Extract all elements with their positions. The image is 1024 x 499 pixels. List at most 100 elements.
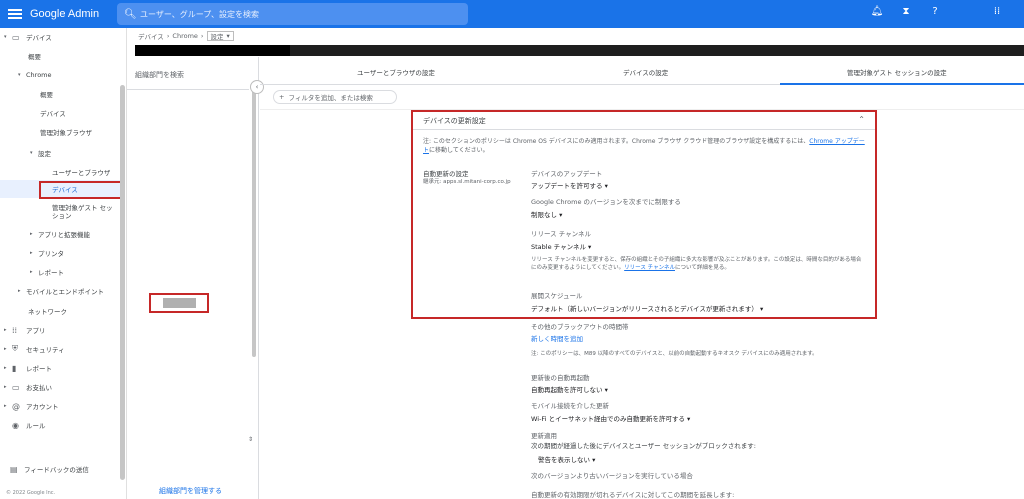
release-channel-label: リリース チャンネル (531, 230, 592, 238)
sidebar-item-apps-extensions[interactable]: ▸ アプリと拡張機能 (30, 225, 90, 243)
devices-icon: ▭ (12, 32, 20, 42)
apps-grid-icon[interactable]: ⁞⁞ (990, 6, 1004, 17)
warning-dropdown[interactable]: 警告を表示しない ▾ (538, 454, 595, 464)
hamburger-menu-icon[interactable] (8, 9, 22, 19)
sidebar-item-printers[interactable]: ▸ プリンタ (30, 244, 64, 262)
breadcrumb-chrome[interactable]: Chrome (172, 32, 198, 40)
auto-reboot-label: 更新後の自動再起動 (531, 374, 590, 382)
auto-reboot-dropdown[interactable]: 自動再起動を許可しない ▾ (531, 384, 608, 394)
sidebar-item-guest-session[interactable]: 管理対象ゲスト セッション (52, 202, 118, 222)
inherited-from: 継承元: apps.sl.mitani-corp.co.jp (423, 179, 511, 185)
sidebar-item-users-browsers[interactable]: ユーザーとブラウザ (52, 163, 110, 181)
chevron-down-icon: ▾ (592, 456, 596, 464)
manage-org-units-link[interactable]: 組織部門を管理する (159, 486, 222, 496)
chevron-down-icon: ▾ (604, 182, 608, 190)
version-limit-label: Google Chrome のバージョンを次までに制限する (531, 198, 681, 206)
redacted-org-name (135, 45, 290, 56)
notifications-bell-icon[interactable]: 🔔︎ (870, 6, 884, 17)
search-bar[interactable]: 🔍︎ (117, 3, 468, 25)
chevron-down-icon: ▾ (759, 305, 764, 313)
ou-panel-scrollbar[interactable] (252, 87, 256, 357)
card-header[interactable]: デバイスの更新設定 ⌃ (413, 112, 875, 130)
chevron-down-icon: ▾ (687, 415, 691, 423)
apps-grid-icon: ⁞⁞ (12, 325, 18, 335)
sidebar-item-overview[interactable]: 概要 (28, 47, 41, 65)
chevron-down-icon: ▾ (604, 386, 608, 394)
ou-search-field[interactable]: 組織部門を検索 (135, 70, 184, 80)
chevron-down-icon: ▾ (226, 32, 230, 40)
breadcrumb: デバイス › Chrome › 設定 ▾ (138, 31, 234, 41)
breadcrumb-devices[interactable]: デバイス (138, 31, 164, 41)
hourglass-icon[interactable]: ⧗ (899, 6, 913, 17)
rollout-schedule-dropdown[interactable]: デフォルト（新しいバージョンがリリースされるとデバイスが更新されます） ▾ (531, 303, 763, 313)
bar-chart-icon: ▮ (12, 363, 17, 373)
filter-bar[interactable]: + フィルタを追加、または検索 (273, 90, 397, 104)
sidebar-item-reports[interactable]: ▸ ▮ レポート (4, 359, 52, 377)
selected-org-unit-redacted[interactable] (149, 293, 209, 313)
sidebar-scrollbar[interactable] (120, 85, 125, 480)
device-update-settings-card: デバイスの更新設定 ⌃ 注: このセクションのポリシーは Chrome OS デ… (411, 110, 877, 319)
breadcrumb-separator: › (200, 32, 204, 40)
left-nav-sidebar: ▾ ▭ デバイス 概要 ▾ Chrome 概要 デバイス 管理対象ブラウザ ▾ 設定 ユ… (0, 28, 127, 499)
breadcrumb-settings-dropdown[interactable]: 設定 ▾ (206, 31, 234, 41)
copyright: © 2022 Google Inc. (6, 490, 56, 496)
device-updates-label: デバイスのアップデート (531, 170, 603, 178)
chevron-up-icon[interactable]: ⌃ (858, 115, 865, 124)
version-limit-dropdown[interactable]: 制限なし ▾ (531, 209, 562, 219)
feedback-icon: ▤ (10, 464, 18, 474)
sidebar-item-rules[interactable]: ◉ ルール (12, 416, 46, 434)
sidebar-item-managed-browsers[interactable]: 管理対象ブラウザ (40, 123, 92, 141)
update-enforce-label: 更新適用 (531, 432, 557, 440)
billing-icon: ▭ (12, 382, 20, 392)
policy-note-2: 注: このポリシーは、M89 以降のすべてのデバイスと、以前の自動起動するキオス… (531, 351, 818, 357)
breadcrumb-separator: › (166, 32, 170, 40)
mobile-updates-label: モバイル接続を介した更新 (531, 402, 609, 410)
mobile-updates-dropdown[interactable]: Wi-Fi とイーサネット経由でのみ自動更新を許可する ▾ (531, 413, 690, 423)
org-unit-panel: 組織部門を検索 (127, 57, 259, 499)
sidebar-item-network[interactable]: ネットワーク (28, 302, 67, 320)
divider (127, 89, 249, 90)
sidebar-item-account[interactable]: ▸ @ アカウント (4, 397, 59, 415)
search-icon[interactable]: 🔍︎ (124, 9, 140, 20)
sidebar-item-chrome-overview[interactable]: 概要 (40, 85, 53, 103)
tab-device-settings[interactable]: デバイスの設定 (623, 67, 668, 77)
card-title: デバイスの更新設定 (423, 117, 486, 125)
resize-arrow-icon: ⇕ (248, 436, 254, 443)
channel-warning-note: リリース チャンネルを変更すると、保存の組織とその子組織に多大な影響が及ぶことが… (531, 257, 862, 271)
release-channel-link[interactable]: リリース チャンネル (624, 265, 675, 271)
sidebar-item-chrome-devices[interactable]: デバイス (40, 104, 66, 122)
top-app-bar: Google Admin 🔍︎ 🔔︎ ⧗ ? ⁞⁞ (0, 0, 1024, 28)
blackout-periods-label: その他のブラックアウトの時間帯 (531, 323, 629, 331)
sidebar-item-mobile-endpoints[interactable]: ▸ モバイルとエンドポイント (18, 282, 104, 300)
active-tab-indicator (780, 83, 1024, 85)
at-icon: @ (12, 401, 20, 411)
policy-note: 注: このセクションのポリシーは Chrome OS デバイスにのみ適用されます… (423, 138, 865, 154)
app-title[interactable]: Google Admin (30, 8, 99, 20)
redacted-header-bar (135, 45, 1024, 56)
sidebar-item-devices[interactable]: ▾ ▭ デバイス (4, 28, 52, 46)
highlight-box-sidebar (39, 181, 122, 199)
release-channel-dropdown[interactable]: Stable チャンネル ▾ (531, 241, 591, 251)
add-icon: + (279, 93, 285, 101)
rules-icon: ◉ (12, 420, 19, 430)
tab-guest-session-settings[interactable]: 管理対象ゲスト セッションの設定 (847, 67, 947, 77)
sidebar-item-billing[interactable]: ▸ ▭ お支払い (4, 378, 52, 396)
extend-period-label: 自動更新の有効期限が切れるデバイスに対してこの期間を延長します: (531, 491, 735, 499)
tab-users-browsers[interactable]: ユーザーとブラウザの設定 (357, 67, 435, 77)
older-version-label: 次のバージョンより古いバージョンを実行している場合 (531, 472, 693, 480)
chevron-down-icon: ▾ (588, 243, 592, 251)
rollout-schedule-label: 展開スケジュール (531, 292, 583, 300)
sidebar-item-chrome-reports[interactable]: ▸ レポート (30, 263, 64, 281)
settings-tabs: ユーザーとブラウザの設定 デバイスの設定 管理対象ゲスト セッションの設定 (260, 57, 1024, 85)
sidebar-item-security[interactable]: ▸ ⛨ セキュリティ (4, 340, 65, 358)
sidebar-item-chrome[interactable]: ▾ Chrome (18, 66, 52, 84)
shield-icon: ⛨ (12, 344, 18, 353)
update-enforce-desc: 次の期間が経過した後にデバイスとユーザー セッションがブロックされます: (531, 442, 756, 450)
add-time-link[interactable]: 新しく時間を追加 (531, 333, 583, 343)
device-updates-dropdown[interactable]: アップデートを許可する ▾ (531, 180, 608, 190)
sidebar-item-apps[interactable]: ▸ ⁞⁞ アプリ (4, 321, 46, 339)
sidebar-item-settings[interactable]: ▾ 設定 (30, 144, 51, 162)
feedback-link[interactable]: ▤ フィードバックの送信 (10, 460, 89, 478)
help-icon[interactable]: ? (928, 6, 942, 17)
search-input[interactable] (140, 9, 440, 19)
